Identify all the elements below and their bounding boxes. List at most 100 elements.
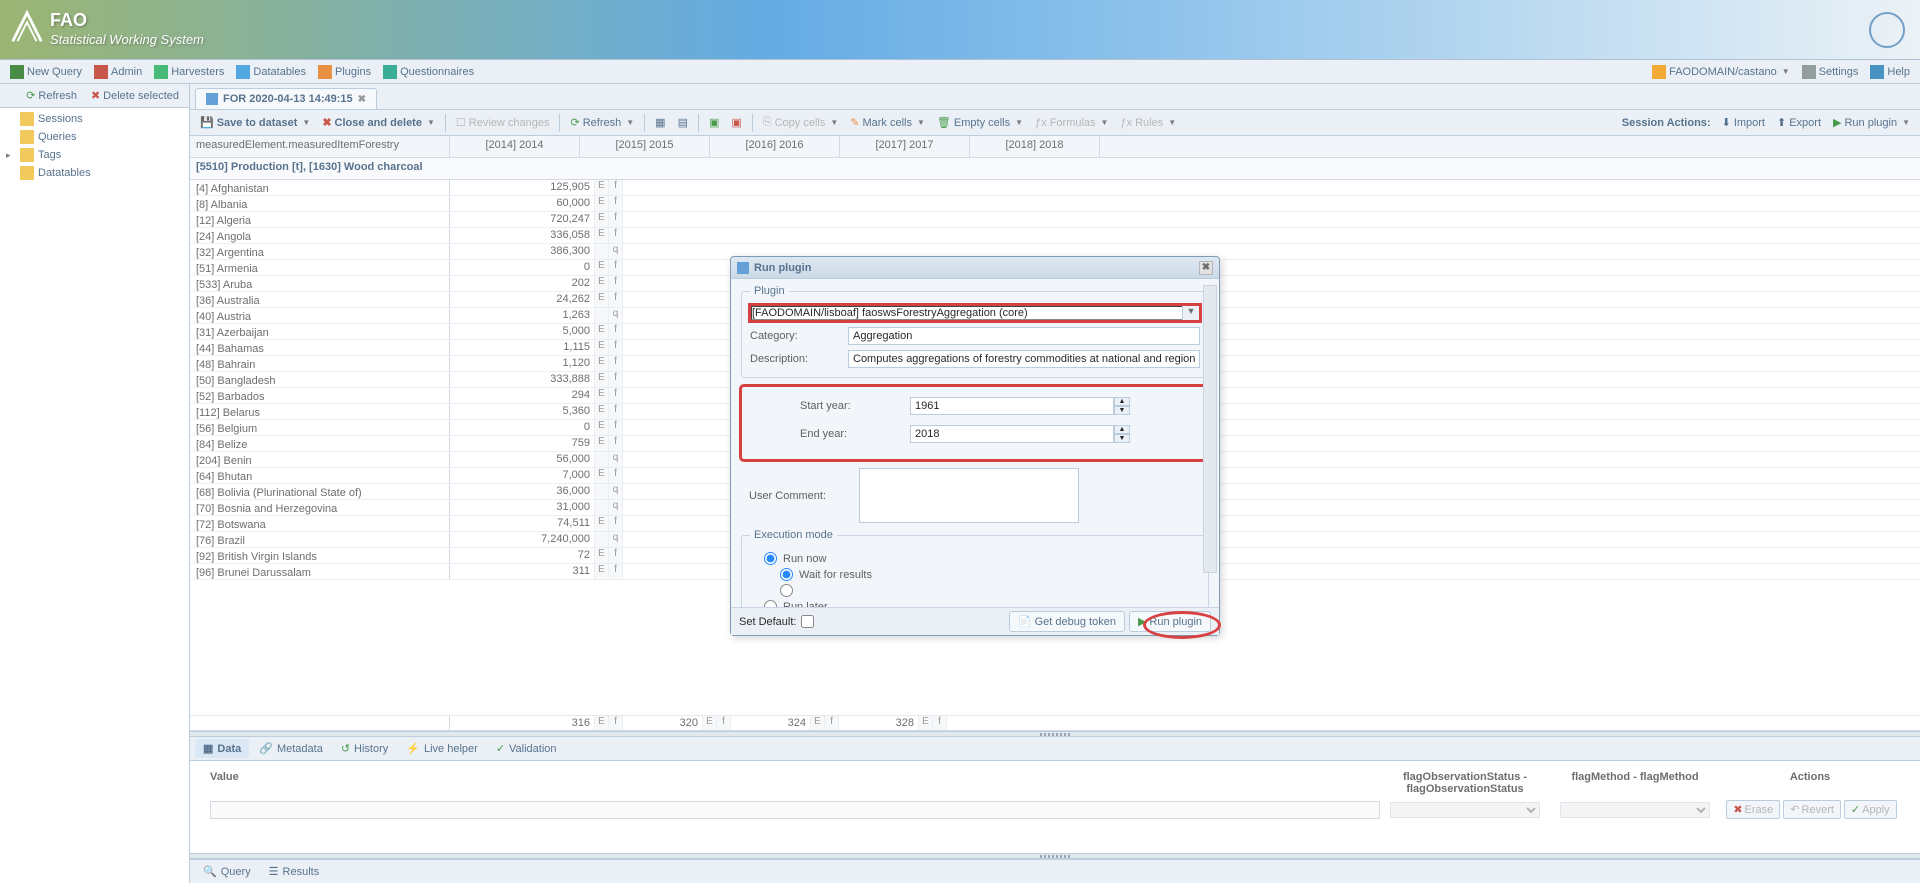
end-year-input[interactable] — [910, 425, 1114, 443]
rules-button[interactable]: ƒxRules▼ — [1115, 115, 1181, 131]
cell-value[interactable]: 36,000 — [515, 484, 595, 499]
cell-value[interactable]: 0 — [515, 260, 595, 275]
user-menu[interactable]: FAODOMAIN/castano▼ — [1647, 63, 1795, 81]
import-button[interactable]: ⬇Import — [1717, 114, 1770, 131]
tab-history[interactable]: ↺History — [333, 739, 396, 758]
expand-icon[interactable]: ▸ — [6, 150, 16, 161]
flag-obs-select[interactable] — [1390, 802, 1540, 818]
tab-livehelper[interactable]: ⚡Live helper — [398, 739, 486, 758]
run-now-radio[interactable] — [764, 552, 777, 565]
cell-value[interactable]: 0 — [515, 420, 595, 435]
cell-value[interactable]: 1,263 — [515, 308, 595, 323]
close-delete-button[interactable]: ✖Close and delete▼ — [317, 114, 440, 131]
spinner-up[interactable]: ▲ — [1114, 425, 1130, 434]
cell-value[interactable]: 31,000 — [515, 500, 595, 515]
plugin-combo[interactable] — [750, 305, 1182, 321]
cell-value[interactable]: 74,511 — [515, 516, 595, 531]
export-tool-1[interactable]: ▣ — [704, 114, 724, 131]
close-tab-icon[interactable]: ✖ — [358, 94, 366, 105]
formulas-button[interactable]: ƒxFormulas▼ — [1030, 115, 1113, 131]
tab-validation[interactable]: ✓Validation — [488, 739, 565, 758]
session-tab[interactable]: FOR 2020-04-13 14:49:15 ✖ — [195, 88, 377, 109]
erase-button[interactable]: ✖Erase — [1726, 800, 1780, 819]
new-query-button[interactable]: New Query — [5, 63, 87, 81]
col-header[interactable]: [2018] 2018 — [970, 136, 1100, 157]
cell-value[interactable]: 72 — [515, 548, 595, 563]
datatables-button[interactable]: Datatables — [231, 63, 311, 81]
mark-cells-button[interactable]: ✎Mark cells▼ — [845, 114, 930, 131]
tab-query[interactable]: 🔍Query — [195, 862, 259, 881]
cell-value[interactable]: 5,360 — [515, 404, 595, 419]
empty-cells-button[interactable]: 🗑Empty cells▼ — [932, 114, 1028, 131]
apply-button[interactable]: ✓Apply — [1844, 800, 1897, 819]
col-header[interactable]: [2014] 2014 — [450, 136, 580, 157]
cell-value[interactable]: 56,000 — [515, 452, 595, 467]
value-input[interactable] — [210, 801, 1380, 819]
spinner-down[interactable]: ▼ — [1114, 434, 1130, 443]
get-debug-token-button[interactable]: 📄Get debug token — [1009, 611, 1125, 632]
col-header[interactable]: [2017] 2017 — [840, 136, 970, 157]
cell-value[interactable]: 7,000 — [515, 468, 595, 483]
cell-value[interactable]: 1,120 — [515, 356, 595, 371]
cell-value[interactable]: 1,115 — [515, 340, 595, 355]
sub-radio-2[interactable] — [780, 584, 793, 597]
scrollbar[interactable] — [1203, 285, 1217, 573]
cell-value[interactable]: 60,000 — [515, 196, 595, 211]
tree-sessions[interactable]: Sessions — [2, 110, 187, 128]
refresh-button[interactable]: ⟳Refresh▼ — [565, 114, 639, 131]
cell-value[interactable]: 7,240,000 — [515, 532, 595, 547]
sidebar-refresh-button[interactable]: ⟳Refresh — [21, 87, 82, 104]
category-field[interactable] — [848, 327, 1200, 345]
user-comment-input[interactable] — [859, 468, 1079, 523]
cell-value[interactable]: 24,262 — [515, 292, 595, 307]
start-year-input[interactable] — [910, 397, 1114, 415]
set-default-checkbox[interactable] — [801, 615, 814, 628]
col-header[interactable]: [2016] 2016 — [710, 136, 840, 157]
tree-tags[interactable]: ▸Tags — [2, 146, 187, 164]
settings-button[interactable]: Settings — [1797, 63, 1864, 81]
grid-tool-2[interactable]: ▤ — [673, 114, 693, 131]
tab-metadata[interactable]: 🔗Metadata — [251, 739, 331, 758]
save-dataset-button[interactable]: 💾Save to dataset▼ — [195, 114, 315, 131]
spinner-up[interactable]: ▲ — [1114, 397, 1130, 406]
run-later-radio[interactable] — [764, 600, 777, 607]
table-row[interactable]: [24] Angola 336,058 E f — [190, 228, 1920, 244]
harvesters-button[interactable]: Harvesters — [149, 63, 229, 81]
cell-value[interactable]: 720,247 — [515, 212, 595, 227]
run-plugin-submit-button[interactable]: ▶Run plugin — [1129, 611, 1211, 632]
table-row[interactable]: [8] Albania 60,000 E f — [190, 196, 1920, 212]
cell-value[interactable]: 311 — [515, 564, 595, 579]
tab-results[interactable]: ☰Results — [261, 862, 328, 881]
run-plugin-button[interactable]: ▶Run plugin▼ — [1828, 114, 1915, 131]
review-changes-button[interactable]: ☐Review changes — [451, 114, 555, 131]
spinner-down[interactable]: ▼ — [1114, 406, 1130, 415]
admin-button[interactable]: Admin — [89, 63, 147, 81]
copy-cells-button[interactable]: ⎘Copy cells▼ — [758, 114, 843, 131]
combo-dropdown-button[interactable]: ▼ — [1182, 305, 1200, 321]
flag-method-select[interactable] — [1560, 802, 1710, 818]
cell-value[interactable]: 336,058 — [515, 228, 595, 243]
cell-value[interactable]: 125,905 — [515, 180, 595, 195]
tree-queries[interactable]: Queries — [2, 128, 187, 146]
cell-value[interactable]: 294 — [515, 388, 595, 403]
help-button[interactable]: Help — [1865, 63, 1915, 81]
cell-value[interactable]: 759 — [515, 436, 595, 451]
wait-results-radio[interactable] — [780, 568, 793, 581]
export-tool-2[interactable]: ▣ — [726, 114, 746, 131]
col-header[interactable]: [2015] 2015 — [580, 136, 710, 157]
plugins-button[interactable]: Plugins — [313, 63, 376, 81]
grid-tool-1[interactable]: ▦ — [650, 114, 670, 131]
sidebar-delete-button[interactable]: ✖Delete selected — [86, 87, 184, 104]
tree-datatables[interactable]: Datatables — [2, 164, 187, 182]
dialog-close-button[interactable]: ✖ — [1199, 261, 1213, 275]
cell-value[interactable]: 386,300 — [515, 244, 595, 259]
cell-value[interactable]: 333,888 — [515, 372, 595, 387]
export-button[interactable]: ⬆Export — [1772, 114, 1826, 131]
revert-button[interactable]: ↶Revert — [1783, 800, 1841, 819]
table-row[interactable]: [12] Algeria 720,247 E f — [190, 212, 1920, 228]
questionnaires-button[interactable]: Questionnaires — [378, 63, 479, 81]
cell-value[interactable]: 5,000 — [515, 324, 595, 339]
description-field[interactable] — [848, 350, 1200, 368]
tab-data[interactable]: ▦Data — [195, 739, 249, 758]
table-row[interactable]: [4] Afghanistan 125,905 E f — [190, 180, 1920, 196]
